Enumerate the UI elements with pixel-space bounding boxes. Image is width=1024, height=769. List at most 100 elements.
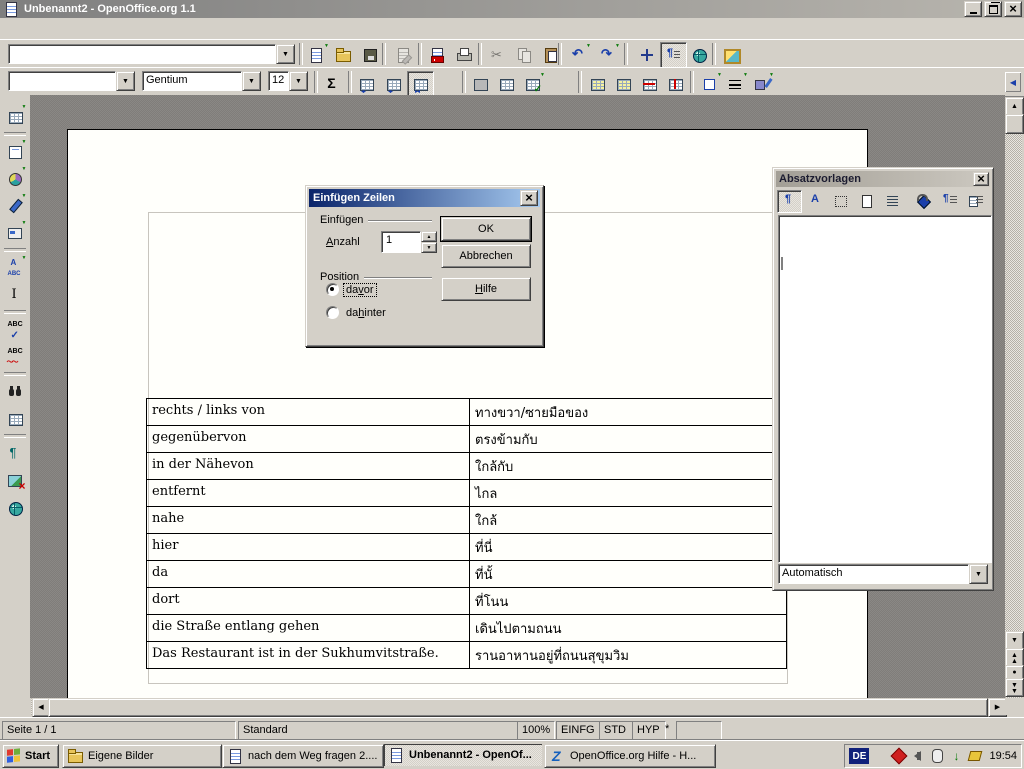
table-row[interactable]: hier ที่นี่: [147, 534, 786, 561]
numbering-styles-icon[interactable]: [881, 190, 906, 213]
table-cell-thai[interactable]: ที่นั้: [470, 561, 786, 587]
table-cell-german[interactable]: gegenübervon: [147, 426, 470, 452]
paragraph-style-combobox[interactable]: [8, 71, 135, 91]
style-item[interactable]: [781, 283, 783, 296]
find-replace-icon[interactable]: [2, 378, 29, 405]
table-row[interactable]: dort ที่โนน: [147, 588, 786, 615]
print-file-icon[interactable]: [451, 42, 478, 68]
update-style-icon[interactable]: [964, 190, 989, 213]
style-item[interactable]: [781, 361, 783, 374]
font-dropdown-icon[interactable]: [242, 71, 261, 91]
antivir-icon[interactable]: [891, 748, 907, 764]
radio-dot-icon[interactable]: [326, 306, 339, 319]
split-vertical-icon[interactable]: [407, 71, 434, 97]
menu-item[interactable]: [70, 27, 84, 31]
auto-spellcheck-icon[interactable]: [2, 343, 29, 370]
border-color-icon[interactable]: [748, 71, 775, 97]
document-table[interactable]: rechts / links von ทางขวา/ซายมือของ gege…: [146, 398, 787, 669]
dialog-close-icon[interactable]: [520, 190, 538, 206]
table-row[interactable]: in der Nähevon ใกล้กับ: [147, 453, 786, 480]
menu-item[interactable]: [56, 27, 70, 31]
table-row[interactable]: entfernt ไกล: [147, 480, 786, 507]
help-button[interactable]: Hilfe: [441, 277, 531, 301]
menu-item[interactable]: [14, 27, 28, 31]
table-cell-thai[interactable]: รานอาหานอยู่ที่ถนนสุขุมวิม: [470, 642, 786, 668]
style-item[interactable]: [781, 244, 783, 257]
autotext-icon[interactable]: [2, 254, 29, 281]
sum-icon[interactable]: Σ: [318, 70, 345, 96]
fill-format-mode-icon[interactable]: [912, 190, 937, 213]
table-row[interactable]: da ที่นั้: [147, 561, 786, 588]
table-cell-german[interactable]: da: [147, 561, 470, 587]
vertical-scroll-thumb[interactable]: [1005, 114, 1024, 134]
stylist-panel[interactable]: Absatzvorlagen Automatisch: [772, 167, 994, 591]
table-row[interactable]: nahe ใกล้: [147, 507, 786, 534]
url-dropdown-icon[interactable]: [276, 44, 295, 64]
table-cell-german[interactable]: entfernt: [147, 480, 470, 506]
style-item[interactable]: [781, 413, 783, 426]
gallery-icon[interactable]: [718, 42, 745, 68]
table-row[interactable]: rechts / links von ทางขวา/ซายมือของ: [147, 399, 786, 426]
status-zoom[interactable]: 100%: [517, 721, 555, 741]
spin-up-icon[interactable]: ▲: [421, 231, 437, 242]
navigator-icon[interactable]: [634, 42, 661, 68]
horizontal-scroll-thumb[interactable]: [48, 698, 988, 717]
new-document-icon[interactable]: [303, 42, 330, 68]
style-item[interactable]: [781, 218, 783, 231]
style-item[interactable]: [781, 231, 783, 244]
dialog-titlebar[interactable]: Einfügen Zeilen: [309, 189, 540, 207]
undo-icon[interactable]: [565, 42, 592, 68]
style-item[interactable]: [781, 387, 783, 400]
start-button[interactable]: Start: [2, 744, 59, 768]
border-box-icon[interactable]: [696, 71, 723, 97]
table-cell-thai[interactable]: ที่นี่: [470, 534, 786, 560]
table-cell-thai[interactable]: เดินไปตามถนน: [470, 615, 786, 641]
table-cell-thai[interactable]: ใกล้กับ: [470, 453, 786, 479]
new-style-from-selection-icon[interactable]: [938, 190, 963, 213]
anzahl-value[interactable]: 1: [381, 231, 421, 253]
task-button[interactable]: nach dem Weg fragen 2....: [222, 744, 384, 768]
paragraph-styles-icon[interactable]: [777, 190, 802, 213]
volume-icon[interactable]: [910, 748, 926, 764]
window-titlebar[interactable]: Unbenannt2 - OpenOffice.org 1.1: [0, 0, 1024, 18]
toolbar-collapse-icon[interactable]: ◀: [1004, 71, 1022, 93]
style-item[interactable]: [781, 374, 783, 387]
status-style[interactable]: Standard: [238, 721, 518, 741]
table-cell-german[interactable]: Das Restaurant ist in der Sukhumvitstraß…: [147, 642, 470, 668]
graphics-on-off-icon[interactable]: [2, 467, 29, 494]
style-item[interactable]: [781, 465, 783, 478]
spin-down-icon[interactable]: ▼: [421, 242, 437, 253]
next-page-icon[interactable]: ▼▼: [1005, 678, 1024, 697]
status-selection-mode[interactable]: STD: [599, 721, 633, 741]
direct-cursor-icon[interactable]: [2, 281, 29, 308]
minimize-icon[interactable]: [964, 1, 982, 17]
radio-davor[interactable]: davor: [326, 283, 376, 296]
table-borders-icon[interactable]: [493, 71, 520, 97]
stylist-titlebar[interactable]: Absatzvorlagen: [776, 171, 990, 187]
table-cell-german[interactable]: in der Nähevon: [147, 453, 470, 479]
task-button[interactable]: OpenOffice.org Hilfe - H...: [544, 744, 716, 768]
task-button[interactable]: Eigene Bilder: [62, 744, 222, 768]
stylist-close-icon[interactable]: [973, 172, 989, 186]
restore-icon[interactable]: [984, 1, 1002, 17]
form-functions-icon[interactable]: [2, 219, 29, 246]
insert-rows-dialog[interactable]: Einfügen Zeilen Einfügen Anzahl 1 ▲ ▼ Po…: [305, 185, 544, 347]
radio-dahinter[interactable]: dahinter: [326, 306, 388, 319]
style-item[interactable]: [781, 426, 783, 439]
style-item[interactable]: [781, 348, 783, 361]
hyperlink-dialog-icon[interactable]: [686, 42, 713, 68]
open-document-icon[interactable]: [330, 42, 357, 68]
menu-item[interactable]: [84, 27, 98, 31]
close-icon[interactable]: [1004, 1, 1022, 17]
insert-table-icon[interactable]: [2, 103, 29, 130]
mouse-icon[interactable]: [929, 748, 945, 764]
style-item[interactable]: [781, 322, 783, 335]
style-item[interactable]: [781, 309, 783, 322]
stylist-icon[interactable]: [660, 42, 687, 68]
style-item[interactable]: [781, 270, 783, 283]
table-cell-thai[interactable]: ที่โนน: [470, 588, 786, 614]
table-cell-german[interactable]: nahe: [147, 507, 470, 533]
save-document-icon[interactable]: [357, 42, 384, 68]
task-button[interactable]: Unbenannt2 - OpenOf...: [384, 744, 542, 766]
ok-button[interactable]: OK: [441, 217, 531, 241]
